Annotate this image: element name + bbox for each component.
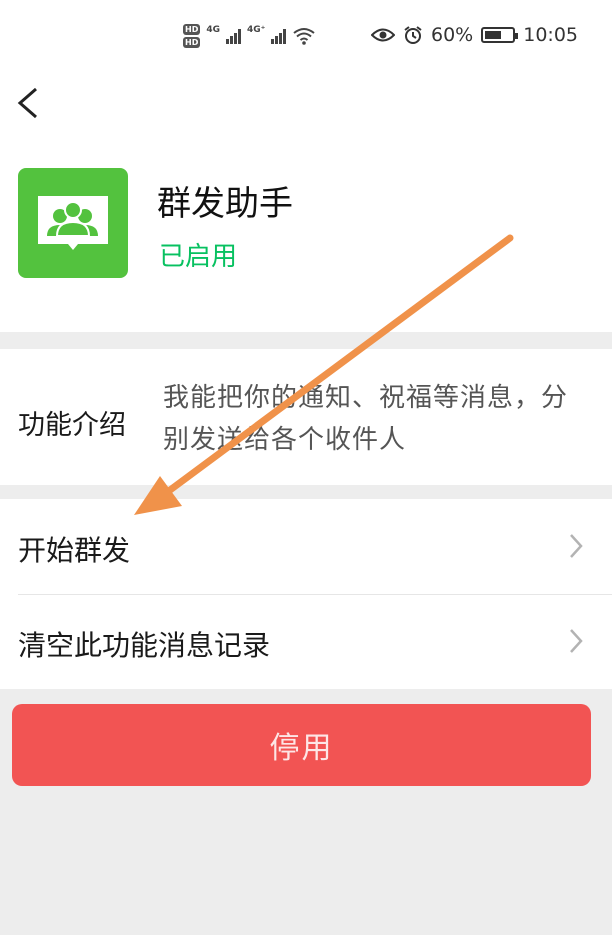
system-indicators: 60% 10:05 — [371, 22, 578, 48]
chevron-left-icon[interactable] — [14, 86, 44, 120]
alarm-icon — [404, 26, 422, 44]
disable-button[interactable]: 停用 — [12, 704, 591, 786]
status-bar: HD HD 4G 4G⁺ 60% 10:05 — [0, 0, 612, 70]
clear-history-row[interactable]: 清空此功能消息记录 — [0, 594, 612, 689]
clock-time: 10:05 — [523, 24, 578, 46]
feature-intro-label: 功能介绍 — [18, 410, 126, 441]
network-type-label: 4G — [206, 25, 220, 35]
chevron-right-icon — [570, 629, 583, 653]
action-menu: 开始群发 清空此功能消息记录 — [0, 499, 612, 689]
app-status-label: 已启用 — [159, 242, 238, 272]
signal-icon — [271, 28, 287, 44]
start-broadcast-row[interactable]: 开始群发 — [0, 499, 612, 594]
menu-item-label: 清空此功能消息记录 — [18, 629, 271, 662]
battery-percent: 60% — [431, 24, 474, 46]
app-header: 群发助手 已启用 — [0, 70, 612, 332]
chevron-right-icon — [570, 534, 583, 558]
feature-intro-section: 功能介绍 我能把你的通知、祝福等消息，分别发送给各个收件人 — [0, 349, 612, 485]
network-type-label: 4G⁺ — [247, 25, 266, 35]
feature-intro-text: 我能把你的通知、祝福等消息，分别发送给各个收件人 — [163, 383, 569, 455]
signal-icon — [226, 28, 241, 44]
network-indicators: HD HD 4G 4G⁺ — [183, 18, 316, 54]
hd-badge: HD — [183, 37, 201, 48]
wifi-icon — [293, 28, 316, 45]
hd-badge: HD — [183, 24, 201, 35]
battery-icon — [481, 27, 519, 43]
app-name: 群发助手 — [157, 184, 293, 224]
group-chat-icon — [18, 168, 128, 278]
menu-item-label: 开始群发 — [18, 534, 131, 567]
eye-icon — [371, 28, 395, 42]
